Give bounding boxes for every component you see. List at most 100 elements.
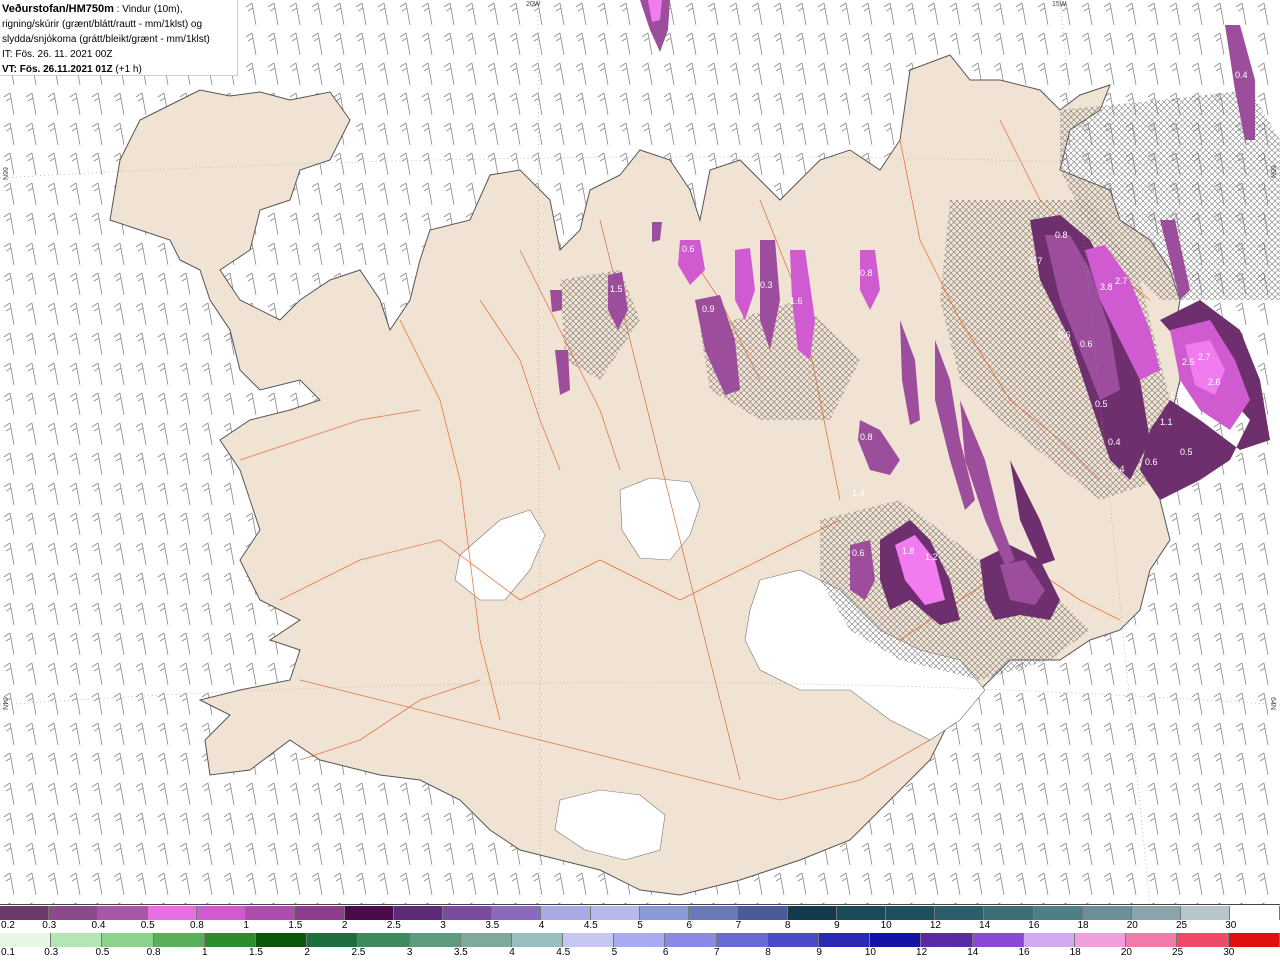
legend-rain-label: 0.3 — [44, 947, 59, 958]
legend-snow-label: 1.5 — [288, 920, 303, 931]
legend-snow-swatch — [836, 906, 886, 920]
legend-snow-bar — [0, 906, 1280, 920]
legend-snow-label: 7 — [735, 920, 742, 931]
value-label: 0.6 — [1058, 330, 1071, 340]
legend-rain-swatch — [102, 933, 154, 947]
legend-rain-label: 7 — [714, 947, 720, 958]
color-legend: 0.2 0.3 0.4 0.5 0.8 1 1.5 2 2.5 3 3.5 4 4.5 5 6 7 8 9 10 12… — [0, 904, 1280, 961]
value-label: 0.6 — [1145, 457, 1158, 467]
value-label: 0.3 — [760, 280, 773, 290]
legend-rain-label: 0.1 — [1, 947, 15, 958]
legend-snow-swatch — [49, 906, 99, 920]
legend-rain-swatch — [819, 933, 871, 947]
value-label: 1.1 — [1160, 417, 1173, 427]
legend-snow-swatch — [1181, 906, 1231, 920]
value-label: 0.5 — [1180, 447, 1193, 457]
legend-rain-label: 18 — [1069, 947, 1081, 958]
legend-snow-label: 2.5 — [386, 920, 401, 931]
legend-snow-swatch — [984, 906, 1034, 920]
legend-rain-label: 4.5 — [556, 947, 571, 958]
map-description-line3: slydda/snjókoma (grátt/bleikt/grænt - mm… — [2, 34, 210, 45]
legend-rain-swatch — [665, 933, 717, 947]
legend-rain-label: 1 — [202, 947, 208, 958]
valid-time: VT: Fös. 26.11.2021 01Z — [2, 64, 113, 75]
legend-rain-swatch — [0, 933, 52, 947]
legend-rain-label: 30 — [1223, 947, 1235, 958]
legend-snow-swatch — [590, 906, 640, 920]
legend-rain-swatch — [1177, 933, 1229, 947]
legend-rain-swatch — [870, 933, 922, 947]
legend-snow-swatch — [1230, 906, 1280, 920]
legend-snow-swatch — [0, 906, 50, 920]
legend-snow-swatch — [295, 906, 345, 920]
map-info-box: Veðurstofan/HM750m : Vindur (10m), rigni… — [0, 0, 238, 76]
value-label: 0.6 — [682, 244, 695, 254]
legend-snow-label: 1 — [243, 920, 249, 931]
legend-rain-label: 14 — [967, 947, 979, 958]
legend-snow-swatch — [935, 906, 985, 920]
legend-snow-swatch — [1132, 906, 1182, 920]
legend-rain-swatch — [563, 933, 615, 947]
issue-time: IT: Fös. 26. 11. 2021 00Z — [2, 49, 113, 60]
legend-snow-label: 3.5 — [485, 920, 500, 931]
legend-snow-swatch — [885, 906, 936, 920]
legend-snow-label: 0.3 — [42, 920, 57, 931]
value-label: 0.7 — [1030, 256, 1043, 266]
value-label: 0.8 — [860, 268, 873, 278]
legend-rain-swatch — [358, 933, 410, 947]
legend-snow-label: 8 — [784, 920, 791, 931]
legend-rain-swatch — [1074, 933, 1127, 947]
value-label: 1.6 — [790, 296, 803, 306]
legend-snow-label: 10 — [880, 920, 892, 931]
legend-snow-label: 20 — [1126, 920, 1138, 931]
legend-rain-label: 12 — [916, 947, 928, 958]
value-label: 0.6 — [1080, 339, 1093, 349]
legend-snow-swatch — [492, 906, 542, 920]
legend-rain-label: 8 — [765, 947, 771, 958]
value-label: 3.8 — [1100, 282, 1113, 292]
legend-snow-swatch — [147, 906, 197, 920]
legend-rain-label: 0.8 — [146, 947, 161, 958]
value-label: 2.7 — [1115, 276, 1128, 286]
legend-rain-swatch — [409, 933, 461, 947]
value-label: 1.8 — [902, 546, 915, 556]
value-label: 2.5 — [1182, 357, 1195, 367]
legend-rain-swatch — [307, 933, 359, 947]
legend-snow-swatch — [1082, 906, 1133, 920]
legend-snow-label: 16 — [1028, 920, 1040, 931]
legend-snow-label: 0.5 — [140, 920, 155, 931]
lat-label-64n-right: 64N — [1268, 697, 1276, 710]
legend-rain-label: 20 — [1120, 947, 1132, 958]
legend-snow-label: 6 — [686, 920, 692, 931]
legend-rain-label: 3 — [406, 947, 413, 958]
value-label: 2.6 — [1208, 377, 1221, 387]
legend-rain-label: 1.5 — [249, 947, 263, 958]
legend-rain-label: 16 — [1018, 947, 1030, 958]
legend-snow-swatch — [393, 906, 443, 920]
legend-snow-swatch — [738, 906, 788, 920]
lat-label-66n-right: 66N — [1268, 165, 1276, 178]
value-label: 0.4 — [1235, 70, 1248, 80]
weather-map[interactable]: 0.4 0.8 0.6 0.9 0.3 1.5 1.6 0.8 0.7 3.8 … — [0, 0, 1280, 904]
legend-snow-label: 0.2 — [1, 920, 15, 931]
legend-snow-swatch — [344, 906, 394, 920]
legend-snow-label: 25 — [1175, 920, 1188, 931]
legend-rain-label: 0.5 — [95, 947, 110, 958]
legend-snow-label: 4 — [538, 920, 545, 931]
legend-snow-labels: 0.2 0.3 0.4 0.5 0.8 1 1.5 2 2.5 3 3.5 4 4.5 5 6 7 8 9 10 12… — [0, 920, 1280, 932]
value-label: 0.4 — [1108, 437, 1121, 447]
map-title-rest: : Vindur (10m), — [113, 4, 183, 15]
legend-snow-label: 14 — [979, 920, 991, 931]
legend-snow-swatch — [1033, 906, 1083, 920]
lon-label-15w: 15W — [1052, 1, 1067, 8]
legend-rain-label: 9 — [816, 947, 822, 958]
legend-rain-label: 5 — [611, 947, 618, 958]
legend-snow-swatch — [98, 906, 148, 920]
legend-rain-labels: 0.1 0.3 0.5 0.8 1 1.5 2 2.5 3 3.5 4 4.5 5 6 7 8 9 10 12 14 1… — [0, 947, 1280, 959]
lat-label-64n-left: 64N — [0, 697, 8, 710]
map-description-line2: rigning/skúrir (grænt/blátt/rautt - mm/1… — [2, 19, 203, 30]
value-label: 0.5 — [1095, 399, 1108, 409]
legend-snow-label: 12 — [929, 920, 941, 931]
value-label: 0.4 — [1112, 464, 1125, 474]
legend-rain-label: 2 — [304, 947, 310, 958]
